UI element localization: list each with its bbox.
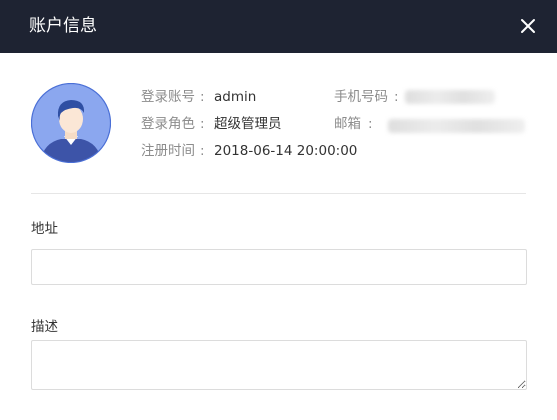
close-icon[interactable] <box>518 16 538 36</box>
email-label: 邮箱 <box>334 116 361 132</box>
account-info-dialog: 账户信息 登录账号 : admin 登录角色 : 超级管理员 注册时间: 20… <box>0 0 557 420</box>
section-divider <box>31 193 526 194</box>
address-input[interactable] <box>31 249 527 285</box>
address-label: 地址 <box>31 221 58 237</box>
phone-colon: : <box>394 89 399 105</box>
register-time-colon: : <box>200 143 205 159</box>
phone-label: 手机号码 <box>334 89 388 105</box>
register-time-label: 注册时间 <box>141 143 195 159</box>
user-avatar-icon <box>30 82 112 164</box>
description-textarea[interactable] <box>31 340 527 390</box>
login-role-value: 超级管理员 <box>214 116 282 132</box>
dialog-title: 账户信息 <box>29 16 97 36</box>
phone-value-redacted <box>405 90 495 104</box>
register-time-value: 2018-06-14 20:00:00 <box>214 143 358 159</box>
login-account-value: admin <box>214 89 257 105</box>
login-role-label: 登录角色 <box>141 116 195 132</box>
email-colon: : <box>368 116 373 132</box>
login-account-colon: : <box>200 89 205 105</box>
description-label: 描述 <box>31 319 58 335</box>
email-value-redacted <box>388 119 525 133</box>
login-account-label: 登录账号 <box>141 89 195 105</box>
dialog-header: 账户信息 <box>0 0 557 53</box>
login-role-colon: : <box>200 116 205 132</box>
